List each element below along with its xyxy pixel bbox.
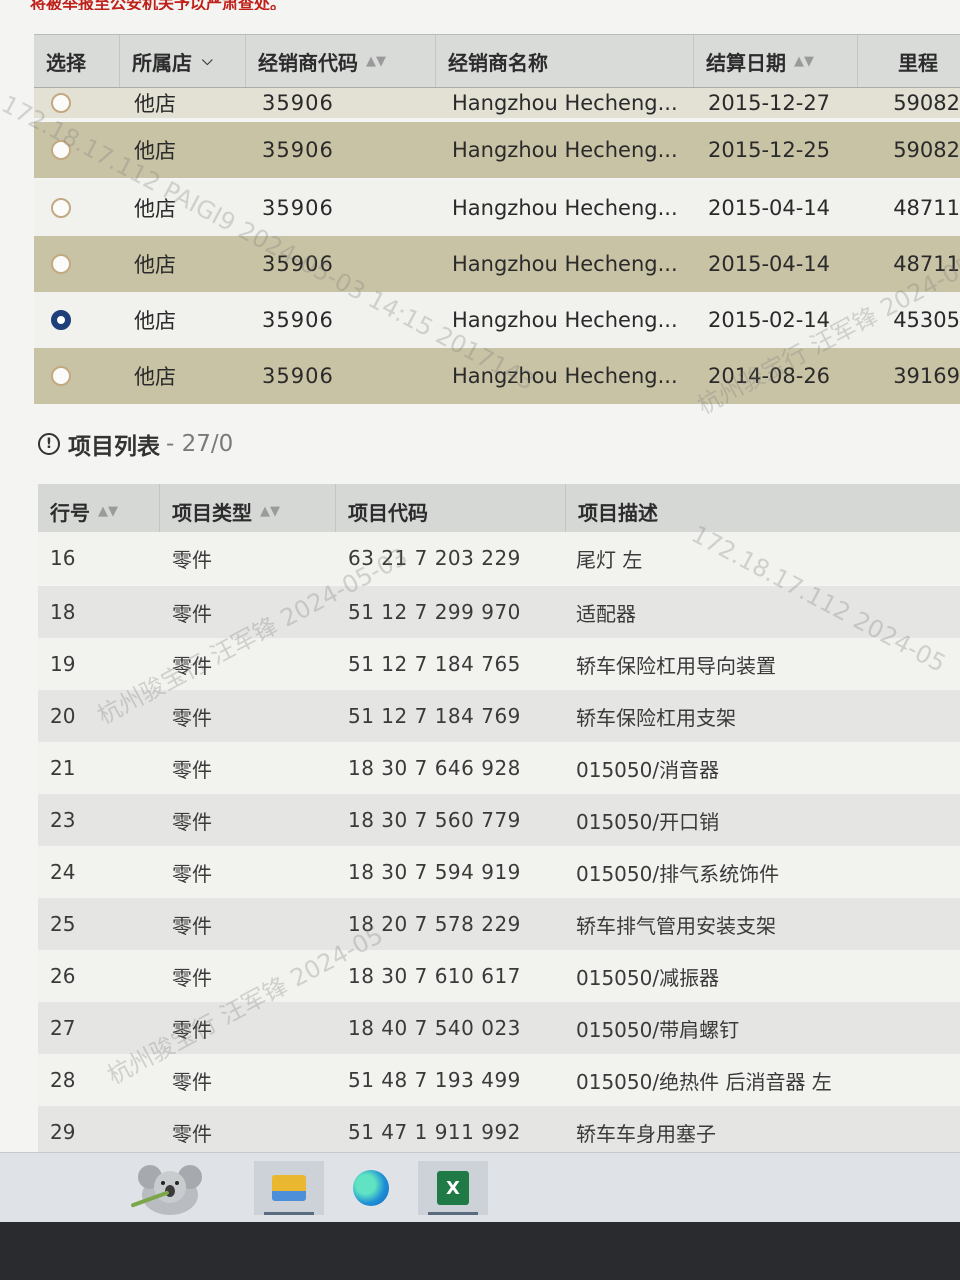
col-mileage-header[interactable]: 里程 [858,35,960,87]
col-dealer-name-header[interactable]: 经销商名称 [436,35,694,87]
table-row[interactable]: 他店 35906 Hangzhou Hecheng... 2015-12-25 … [34,122,960,178]
chevron-down-icon[interactable]: ⌵ [202,53,213,69]
table-row[interactable]: 28 零件 51 48 7 193 499 015050/绝热件 后消音器 左 [38,1054,960,1106]
edge-browser-button[interactable] [336,1161,406,1215]
col-select-header[interactable]: 选择 [34,35,120,87]
screen: 将被举报至公安机关予以严肃查处。 选择 所属店 ⌵ 经销商代码 ▲▼ 经销商名称 结… [0,0,960,1160]
sort-icon[interactable]: ▲▼ [98,504,118,519]
table-row-selected[interactable]: 他店 35906 Hangzhou Hecheng... 2015-02-14 … [34,292,960,348]
table-row[interactable]: 21 零件 18 30 7 646 928 015050/消音器 [38,742,960,794]
row-radio[interactable] [51,93,71,113]
col-item-desc-header[interactable]: 项目描述 [566,484,960,538]
excel-button[interactable]: X [418,1161,488,1215]
monitor-bezel [0,1222,960,1280]
item-list-title: ! 项目列表 - 27/0 [38,427,233,461]
row-radio[interactable] [51,366,71,386]
row-radio[interactable] [51,198,71,218]
table-row[interactable]: 他店 35906 Hangzhou Hecheng... 2015-04-14 … [34,180,960,236]
col-dealer-code-header[interactable]: 经销商代码 ▲▼ [246,35,436,87]
row-radio[interactable] [51,254,71,274]
item-count: - 27/0 [166,431,234,457]
info-icon: ! [38,433,60,455]
col-settle-date-header[interactable]: 结算日期 ▲▼ [694,35,858,87]
col-item-code-header[interactable]: 项目代码 [336,484,566,538]
col-store-header[interactable]: 所属店 ⌵ [120,35,246,87]
item-table-header: 行号 ▲▼ 项目类型 ▲▼ 项目代码 项目描述 [38,484,960,539]
top-notice: 将被举报至公安机关予以严肃查处。 [30,0,287,10]
row-radio[interactable] [51,140,71,160]
table-row[interactable]: 26 零件 18 30 7 610 617 015050/减振器 [38,950,960,1002]
table-row[interactable]: 25 零件 18 20 7 578 229 轿车排气管用安装支架 [38,898,960,950]
table-row[interactable]: 29 零件 51 47 1 911 992 轿车车身用塞子 [38,1106,960,1158]
col-item-type-header[interactable]: 项目类型 ▲▼ [160,484,336,538]
col-row-no-header[interactable]: 行号 ▲▼ [38,484,160,538]
table-row[interactable]: 20 零件 51 12 7 184 769 轿车保险杠用支架 [38,690,960,742]
sort-icon[interactable]: ▲▼ [794,54,814,69]
file-explorer-button[interactable] [254,1161,324,1215]
edge-browser-icon [353,1170,389,1206]
table-row[interactable]: 19 零件 51 12 7 184 765 轿车保险杠用导向装置 [38,638,960,690]
excel-icon: X [437,1171,469,1205]
table-row[interactable]: 他店 35906 Hangzhou Hecheng... 2015-12-27 … [34,88,960,118]
row-radio-selected[interactable] [51,310,71,330]
taskbar: X [0,1152,960,1223]
sort-icon[interactable]: ▲▼ [260,504,280,519]
table-row[interactable]: 23 零件 18 30 7 560 779 015050/开口销 [38,794,960,846]
file-explorer-icon [272,1175,306,1201]
table-row[interactable]: 18 零件 51 12 7 299 970 适配器 [38,586,960,638]
table-row[interactable]: 他店 35906 Hangzhou Hecheng... 2014-08-26 … [34,348,960,404]
table-row[interactable]: 27 零件 18 40 7 540 023 015050/带肩螺钉 [38,1002,960,1054]
table-row[interactable]: 他店 35906 Hangzhou Hecheng... 2015-04-14 … [34,236,960,292]
koala-icon[interactable] [120,1157,220,1217]
table-row[interactable]: 16 零件 63 21 7 203 229 尾灯 左 [38,532,960,584]
settlement-table-header: 选择 所属店 ⌵ 经销商代码 ▲▼ 经销商名称 结算日期 ▲▼ 里程 [34,34,960,88]
table-row[interactable]: 24 零件 18 30 7 594 919 015050/排气系统饰件 [38,846,960,898]
sort-icon[interactable]: ▲▼ [366,54,386,69]
